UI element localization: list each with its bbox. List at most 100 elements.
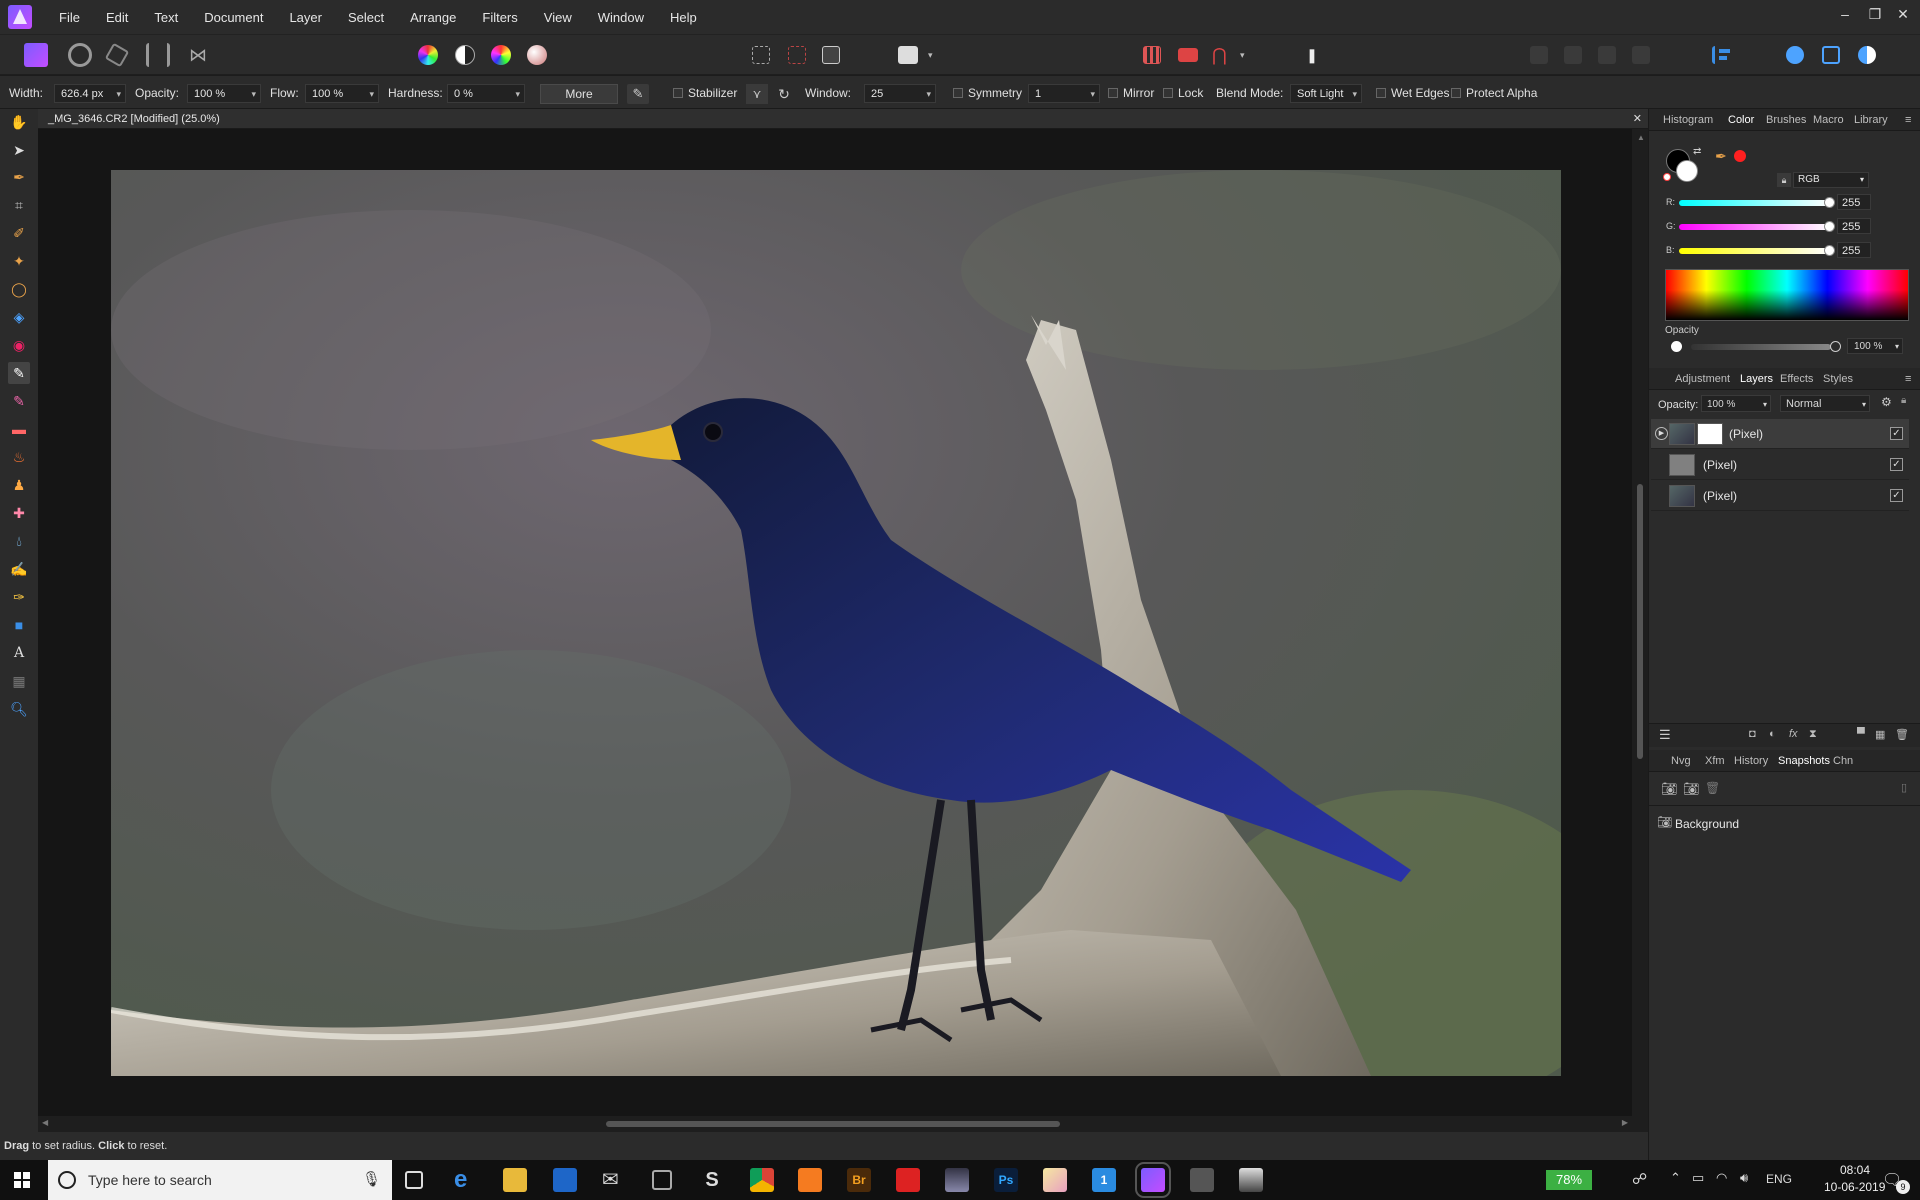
artistic-text-tool-icon[interactable]: A bbox=[8, 642, 30, 664]
chrome-icon[interactable] bbox=[750, 1168, 774, 1192]
chevron-down-icon[interactable]: ▾ bbox=[1240, 43, 1250, 67]
erase-brush-tool-icon[interactable]: ▬ bbox=[8, 418, 30, 440]
snapping-magnet-icon[interactable]: ⋂ bbox=[1212, 46, 1232, 64]
menu-edit[interactable]: Edit bbox=[93, 10, 141, 25]
minimize-button[interactable]: – bbox=[1834, 6, 1856, 22]
store-icon[interactable] bbox=[553, 1168, 577, 1192]
boolean-intersect-icon[interactable] bbox=[1858, 46, 1876, 64]
arrange-back-icon[interactable] bbox=[1530, 46, 1548, 64]
boolean-subtract-icon[interactable] bbox=[1822, 46, 1840, 64]
lock-icon[interactable]: 🔒︎ bbox=[1777, 173, 1791, 187]
r-slider-handle[interactable] bbox=[1824, 197, 1835, 208]
tab-history[interactable]: History bbox=[1734, 750, 1768, 772]
flood-fill-tool-icon[interactable]: ◈ bbox=[8, 306, 30, 328]
r-value-field[interactable]: 255 bbox=[1837, 194, 1871, 210]
tab-transform[interactable]: Xfm bbox=[1705, 750, 1725, 772]
boolean-add-icon[interactable] bbox=[1786, 46, 1804, 64]
color-picker-tool-icon[interactable]: ✒ bbox=[8, 166, 30, 188]
menu-view[interactable]: View bbox=[531, 10, 585, 25]
photoshop-icon[interactable]: Ps bbox=[994, 1168, 1018, 1192]
layer-row[interactable]: (Pixel) ✓ bbox=[1651, 450, 1909, 480]
close-window-button[interactable]: ✕ bbox=[1892, 6, 1914, 23]
layer-lock-icon[interactable]: 🔒︎ bbox=[1901, 395, 1906, 406]
hardness-field[interactable]: 0 % bbox=[447, 84, 525, 104]
swap-colors-icon[interactable]: ⇄ bbox=[1693, 146, 1701, 157]
symmetry-field[interactable]: 1 bbox=[1028, 84, 1100, 104]
arrange-forward-icon[interactable] bbox=[1598, 46, 1616, 64]
tab-snapshots[interactable]: Snapshots bbox=[1778, 750, 1830, 772]
menu-document[interactable]: Document bbox=[191, 10, 276, 25]
export-persona-icon[interactable]: ⋈ bbox=[186, 43, 210, 67]
r-slider[interactable] bbox=[1679, 200, 1829, 206]
marquee-select-icon[interactable] bbox=[752, 46, 770, 64]
layer-opacity-field[interactable]: 100 % ▾ bbox=[1701, 395, 1771, 412]
arrange-front-icon[interactable] bbox=[1632, 46, 1650, 64]
snapshot-item[interactable]: 📷︎ Background bbox=[1657, 813, 1913, 835]
paint-brush-tool-icon[interactable]: ✎ bbox=[8, 362, 30, 384]
scroll-left-icon[interactable]: ◀ bbox=[42, 1118, 48, 1127]
align-icon[interactable] bbox=[1712, 46, 1730, 64]
people-icon[interactable]: ☍ bbox=[1632, 1170, 1647, 1188]
stabilizer-checkbox[interactable] bbox=[673, 88, 683, 98]
menu-help[interactable]: Help bbox=[657, 10, 710, 25]
white-balance-icon[interactable] bbox=[527, 45, 547, 65]
gear-icon[interactable]: ⚙ bbox=[1881, 395, 1892, 409]
liquify-persona-icon[interactable] bbox=[68, 43, 92, 67]
tab-styles[interactable]: Styles bbox=[1823, 368, 1853, 390]
width-field[interactable]: 626.4 px bbox=[54, 84, 126, 104]
trash-icon[interactable]: 🗑︎ bbox=[1895, 728, 1909, 741]
menu-layer[interactable]: Layer bbox=[276, 10, 335, 25]
tab-navigator[interactable]: Nvg bbox=[1671, 750, 1691, 772]
app-landscape-icon[interactable] bbox=[945, 1168, 969, 1192]
edge-browser-icon[interactable]: e bbox=[454, 1168, 478, 1192]
tone-mapping-persona-icon[interactable] bbox=[146, 43, 170, 67]
tab-layers[interactable]: Layers bbox=[1740, 368, 1773, 390]
language-indicator[interactable]: ENG bbox=[1766, 1172, 1792, 1186]
1password-icon[interactable]: 1 bbox=[1092, 1168, 1116, 1192]
camera-icon[interactable]: 📷︎ bbox=[1661, 781, 1678, 797]
opacity-slider-handle[interactable] bbox=[1830, 341, 1841, 352]
invert-selection-icon[interactable] bbox=[822, 46, 840, 64]
view-tool-hand-icon[interactable]: ✋ bbox=[8, 111, 30, 133]
ellipse-marquee-tool-icon[interactable]: ◯ bbox=[8, 278, 30, 300]
delete-snapshot-icon[interactable]: 🗑︎ bbox=[1705, 781, 1720, 795]
flow-field[interactable]: 100 % bbox=[305, 84, 379, 104]
color-opacity-field[interactable]: 100 % ▾ bbox=[1847, 338, 1903, 354]
quick-mask-icon[interactable] bbox=[898, 46, 918, 64]
develop-persona-icon[interactable] bbox=[104, 42, 130, 68]
task-view-icon[interactable] bbox=[405, 1171, 423, 1189]
mask-layer-icon[interactable]: ◘ bbox=[1749, 728, 1756, 740]
window-field[interactable]: 25 bbox=[864, 84, 936, 104]
protect-alpha-checkbox[interactable] bbox=[1451, 88, 1461, 98]
layer-visibility-checkbox[interactable]: ✓ bbox=[1890, 427, 1903, 440]
more-button[interactable]: More bbox=[540, 84, 618, 104]
app-s-icon[interactable]: S bbox=[700, 1168, 724, 1192]
menu-select[interactable]: Select bbox=[335, 10, 397, 25]
hsl-icon[interactable] bbox=[491, 45, 511, 65]
symmetry-checkbox[interactable] bbox=[953, 88, 963, 98]
tab-color[interactable]: Color bbox=[1728, 109, 1754, 131]
healing-brush-tool-icon[interactable]: ✚ bbox=[8, 502, 30, 524]
brush-edit-icon[interactable]: ✎ bbox=[627, 84, 649, 104]
flood-select-tool-icon[interactable]: ✦ bbox=[8, 250, 30, 272]
smudge-brush-tool-icon[interactable]: ✍ bbox=[8, 558, 30, 580]
blur-brush-tool-icon[interactable]: 💧︎ bbox=[8, 530, 30, 552]
layer-visibility-checkbox[interactable]: ✓ bbox=[1890, 489, 1903, 502]
color-replacement-brush-icon[interactable]: ✎ bbox=[8, 390, 30, 412]
b-slider-handle[interactable] bbox=[1824, 245, 1835, 256]
affinity-photo-taskbar-icon[interactable] bbox=[1135, 1162, 1171, 1198]
layer-blend-mode-select[interactable]: Normal ▾ bbox=[1780, 395, 1870, 412]
wet-edges-checkbox[interactable] bbox=[1376, 88, 1386, 98]
windows-start-icon[interactable] bbox=[14, 1172, 30, 1188]
app-feather-icon[interactable] bbox=[1043, 1168, 1067, 1192]
gradient-tool-icon[interactable]: ◉ bbox=[8, 334, 30, 356]
levels-icon[interactable] bbox=[418, 45, 438, 65]
vertical-scroll-thumb[interactable] bbox=[1637, 484, 1643, 759]
file-explorer-icon[interactable] bbox=[503, 1168, 527, 1192]
picked-color-swatch[interactable] bbox=[1734, 150, 1746, 162]
color-mode-select[interactable]: RGB ▾ bbox=[1793, 172, 1869, 188]
scroll-up-icon[interactable]: ▲ bbox=[1637, 133, 1645, 142]
close-document-icon[interactable]: ✕ bbox=[1633, 109, 1642, 129]
force-pixel-align-icon[interactable] bbox=[1178, 48, 1198, 62]
live-filter-icon[interactable]: ⧗ bbox=[1809, 728, 1817, 741]
